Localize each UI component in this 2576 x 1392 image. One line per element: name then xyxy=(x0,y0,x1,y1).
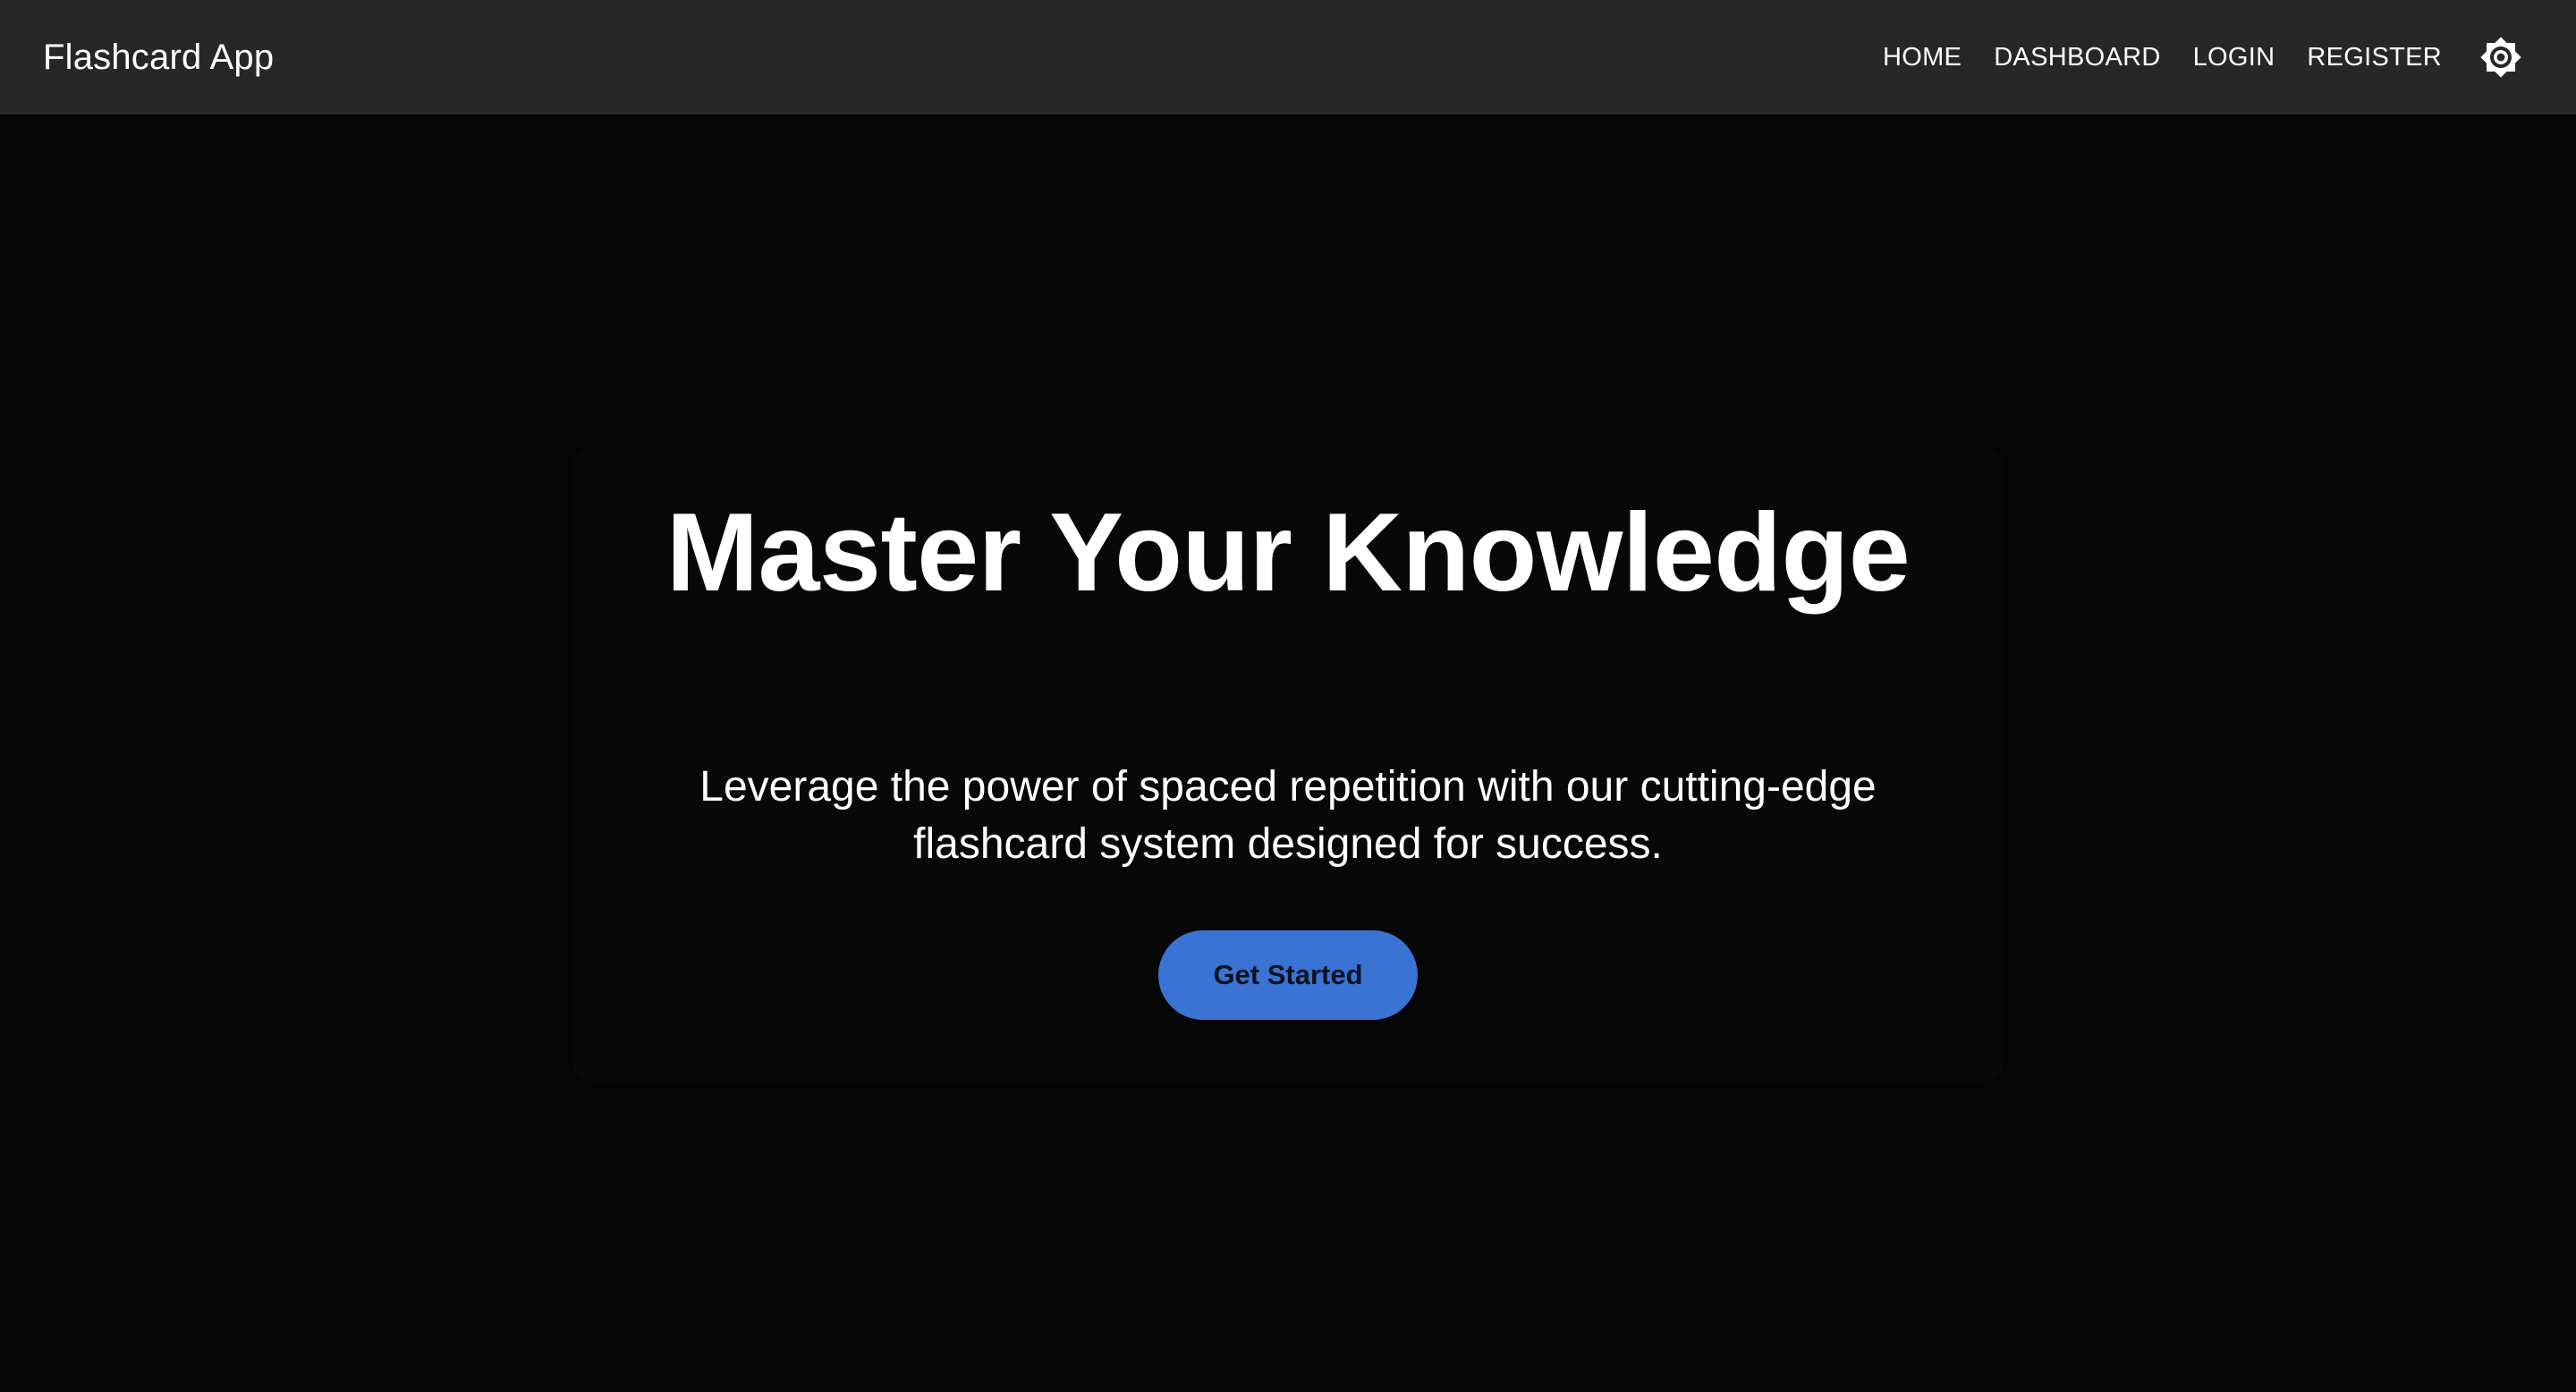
app-title[interactable]: Flashcard App xyxy=(43,38,274,78)
main-nav: HOME DASHBOARD LOGIN REGISTER xyxy=(1867,0,2533,115)
nav-login-link[interactable]: LOGIN xyxy=(2177,43,2292,72)
nav-register-link[interactable]: REGISTER xyxy=(2291,43,2458,72)
get-started-button[interactable]: Get Started xyxy=(1158,930,1418,1020)
top-app-bar: Flashcard App HOME DASHBOARD LOGIN REGIS… xyxy=(0,0,2576,115)
nav-dashboard-link[interactable]: DASHBOARD xyxy=(1978,43,2176,72)
hero-title: Master Your Knowledge xyxy=(665,491,1911,615)
nav-home-link[interactable]: HOME xyxy=(1867,43,1978,72)
brightness-icon xyxy=(2480,37,2521,78)
theme-toggle-button[interactable] xyxy=(2469,25,2533,89)
hero-subtitle: Leverage the power of spaced repetition … xyxy=(699,763,1877,868)
